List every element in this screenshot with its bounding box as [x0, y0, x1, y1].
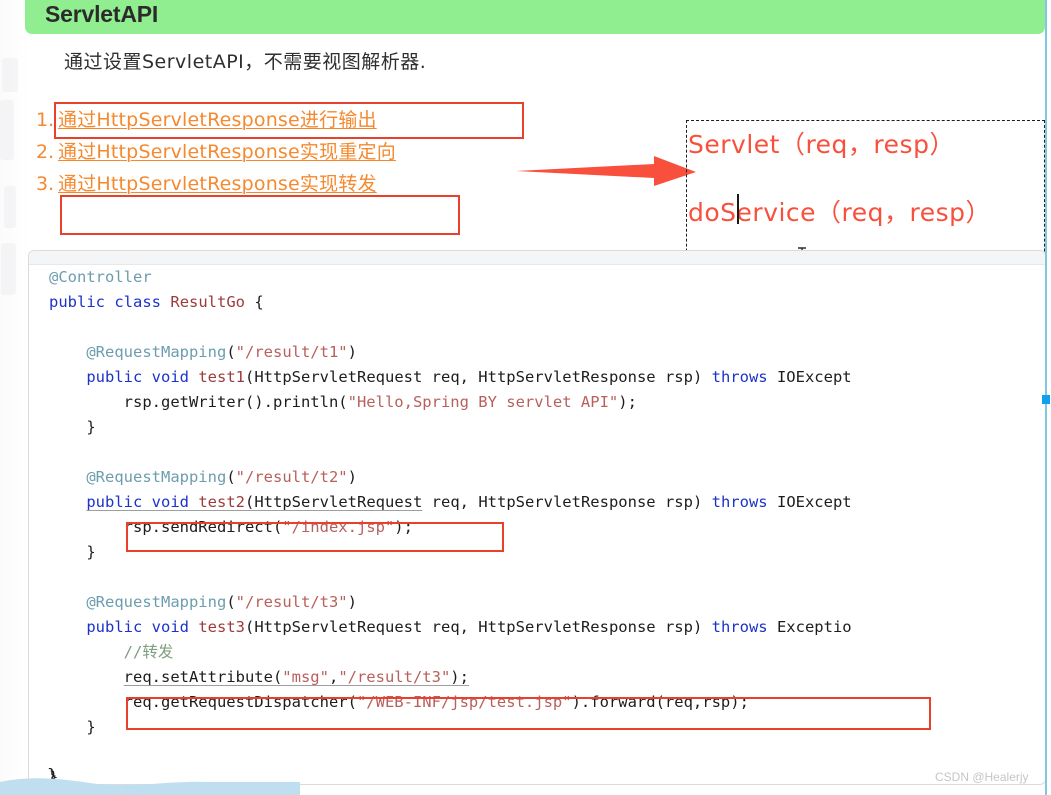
list-item[interactable]: 3. 通过HttpServletResponse实现转发: [36, 168, 556, 200]
list-item-label: 通过HttpServletResponse实现转发: [58, 173, 377, 195]
gutter-smudge: [4, 186, 16, 228]
list-item-number: 1.: [36, 109, 55, 131]
right-edge-guide-handle[interactable]: [1042, 395, 1050, 404]
code-block[interactable]: @Controller public class ResultGo { @Req…: [28, 250, 1046, 785]
list-item[interactable]: 2. 通过HttpServletResponse实现重定向: [36, 136, 556, 168]
red-arrow-icon: [516, 156, 696, 186]
list-item-number: 3.: [36, 173, 55, 195]
annotation-line-2: doService（req，resp）: [688, 198, 992, 227]
blue-wave-decoration: [0, 778, 300, 795]
list-item[interactable]: 1. 通过HttpServletResponse进行输出: [36, 104, 556, 136]
gutter-smudge: [2, 58, 18, 92]
page-title: ServletAPI: [45, 1, 159, 27]
list-item-label: 通过HttpServletResponse进行输出: [58, 109, 377, 131]
code-content[interactable]: @Controller public class ResultGo { @Req…: [49, 265, 852, 784]
gutter-smudge: [1, 243, 16, 295]
numbered-list: 1. 通过HttpServletResponse进行输出 2. 通过HttpServ…: [36, 104, 556, 200]
highlight-box-list-item-3: [60, 195, 460, 235]
annotation-line-1: Servlet（req，resp）: [688, 130, 955, 159]
watermark: CSDN @Healerjy: [935, 770, 1029, 784]
slide-canvas: ServletAPI 通过设置ServletAPI，不需要视图解析器. 1. 通过…: [0, 0, 1051, 795]
list-item-number: 2.: [36, 141, 55, 163]
page-title-banner: ServletAPI: [25, 0, 1045, 34]
gutter-smudge: [0, 100, 14, 160]
intro-text: 通过设置ServletAPI，不需要视图解析器.: [64, 51, 427, 73]
text-caret: [737, 194, 739, 224]
code-block-toolbar: [29, 251, 1045, 265]
list-item-label: 通过HttpServletResponse实现重定向: [58, 141, 396, 163]
